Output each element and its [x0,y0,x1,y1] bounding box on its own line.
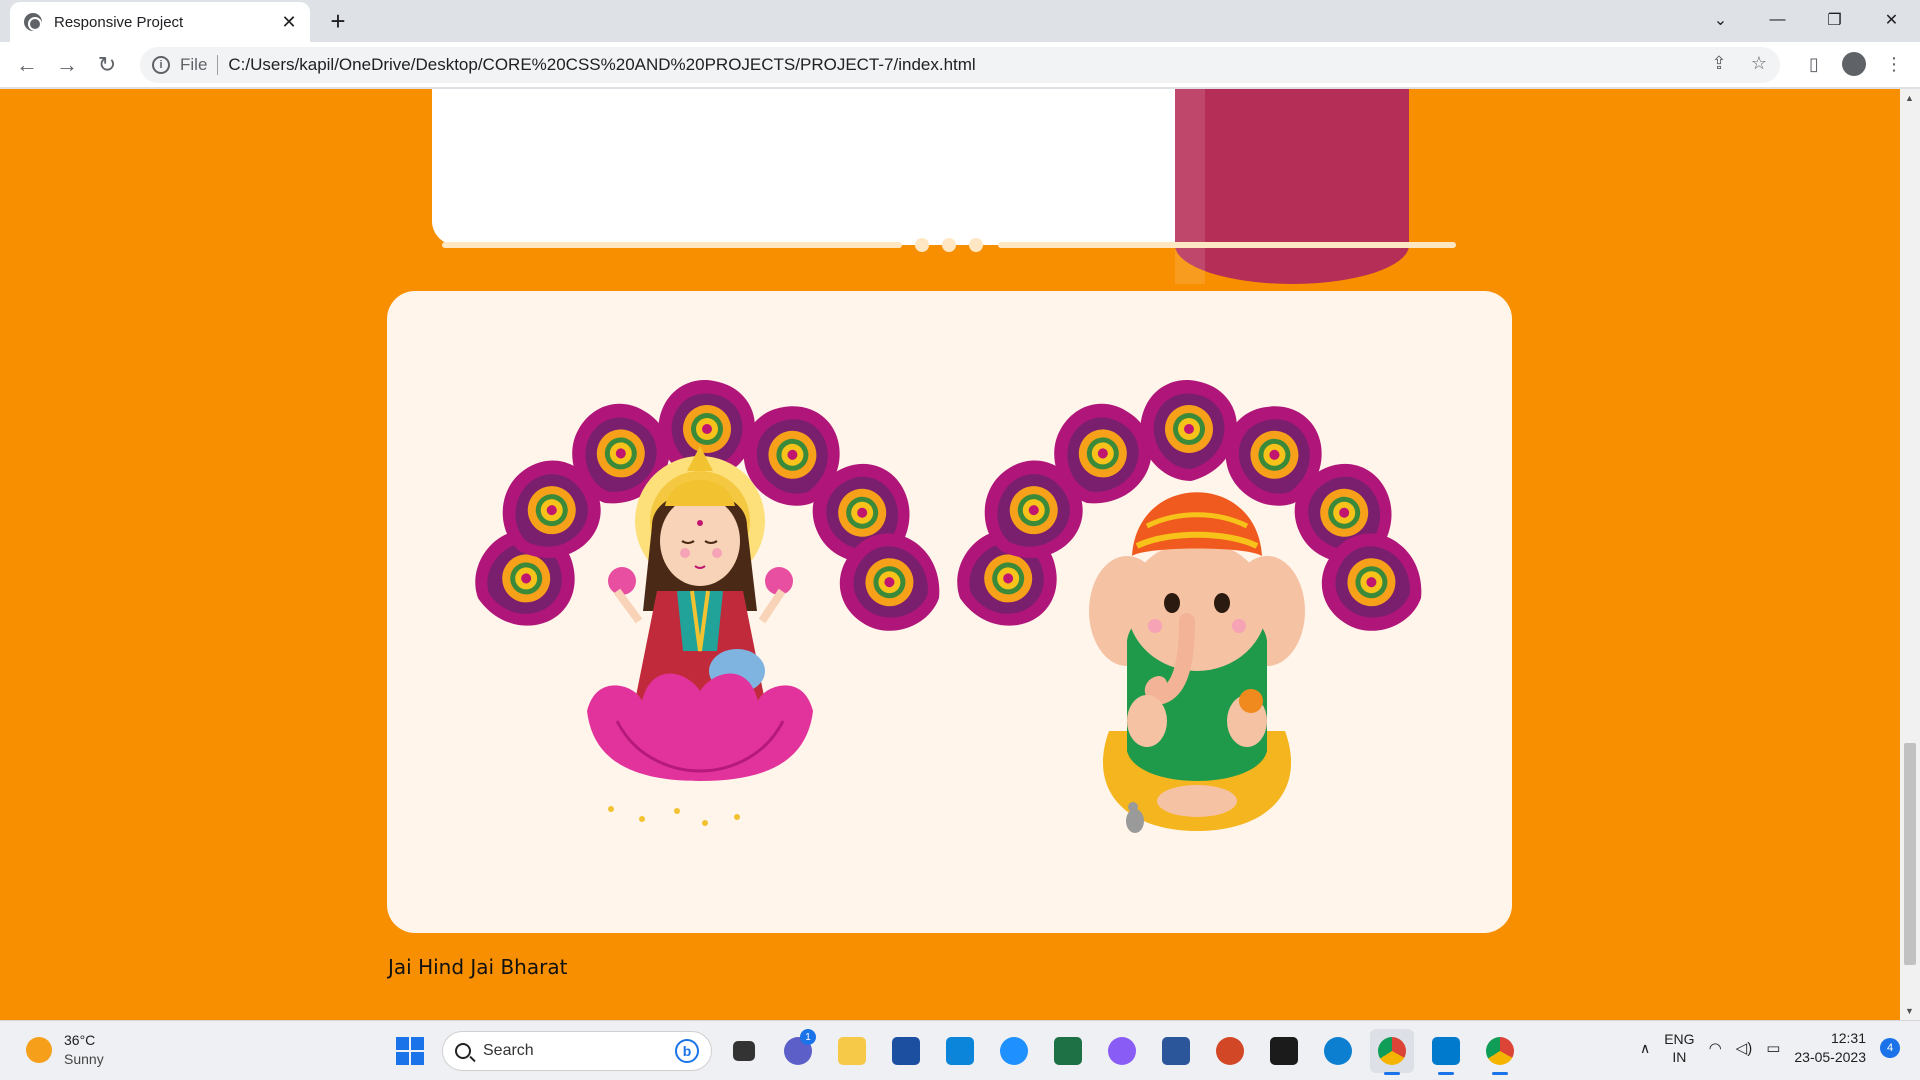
url-separator [217,55,219,75]
address-bar[interactable]: i File C:/Users/kapil/OneDrive/Desktop/C… [140,47,1780,83]
share-icon[interactable]: ⇪ [1708,53,1730,74]
chrome-icon [1378,1037,1406,1065]
windows-logo-icon [396,1037,424,1065]
chevron-up-icon[interactable]: ∧ [1640,1040,1650,1057]
myhp-icon [946,1037,974,1065]
divider-line-right [998,242,1456,248]
minimize-button[interactable]: — [1749,0,1806,40]
page-viewport: Jai Hind Jai Bharat [0,89,1900,1020]
weather-condition: Sunny [64,1051,104,1067]
search-placeholder: Search [483,1042,534,1059]
chrome-icon [1486,1037,1514,1065]
system-tray: ∧ ENG IN ◠ ◁) ▭ 12:31 23-05-2023 4 [1640,1029,1900,1067]
lang-top: ENG [1664,1031,1695,1047]
vscode-button[interactable] [1424,1029,1468,1075]
ganesha-figure [1089,492,1305,833]
search-icon [455,1043,471,1059]
teams-chat-button[interactable]: 1 [776,1029,820,1073]
menu-kebab-icon[interactable]: ⋮ [1880,50,1908,78]
info-icon[interactable]: i [152,56,170,74]
start-button[interactable] [388,1029,432,1073]
divider-dot [915,238,929,252]
powerpoint-button[interactable] [1208,1029,1252,1073]
tab-strip: Responsive Project ✕ + ⌄ — ❐ ✕ [0,0,1920,42]
sun-icon [26,1037,52,1063]
help-button[interactable] [992,1029,1036,1073]
profile-avatar-icon[interactable] [1842,52,1866,76]
close-tab-icon[interactable]: ✕ [278,12,300,33]
store-icon [892,1037,920,1065]
bing-icon[interactable]: b [675,1039,699,1063]
volume-icon[interactable]: ◁) [1736,1039,1753,1057]
powerpoint-icon [1216,1037,1244,1065]
back-arrow-icon[interactable]: ← [12,50,42,80]
divider-dot [942,238,956,252]
word-button[interactable] [1154,1029,1198,1073]
file-explorer-button[interactable] [830,1029,874,1073]
footer-caption: Jai Hind Jai Bharat [388,955,568,979]
deity-illustration-card [387,291,1512,933]
store-button[interactable] [884,1029,928,1073]
edge-button[interactable] [1316,1029,1360,1073]
close-window-button[interactable]: ✕ [1863,0,1920,40]
battery-icon[interactable]: ▭ [1766,1039,1780,1057]
folder-icon [838,1037,866,1065]
figure-skirt-image [1175,89,1409,284]
globe-icon [24,13,42,31]
task-view-button[interactable] [722,1029,766,1073]
clock-time: 12:31 [1830,1030,1866,1046]
copilot-button[interactable] [1100,1029,1144,1073]
vscode-icon [1432,1037,1460,1065]
lakshmi-figure [587,446,813,826]
deity-illustration [460,380,1437,833]
restore-button[interactable]: ❐ [1806,0,1863,40]
previous-card [432,89,1192,245]
myhp-button[interactable] [938,1029,982,1073]
clock[interactable]: 12:31 23-05-2023 [1794,1029,1866,1067]
lang-bottom: IN [1672,1049,1687,1065]
excel-button[interactable] [1046,1029,1090,1073]
new-tab-button[interactable]: + [322,6,354,36]
forward-arrow-icon[interactable]: → [52,50,82,80]
notification-badge[interactable]: 4 [1880,1038,1900,1058]
tab-title: Responsive Project [54,13,184,31]
clock-date: 23-05-2023 [1794,1049,1866,1065]
browser-toolbar: ← → ↻ i File C:/Users/kapil/OneDrive/Des… [0,42,1920,88]
weather-temp: 36°C [64,1032,96,1048]
copilot-icon [1108,1037,1136,1065]
taskbar-search[interactable]: Search b [442,1031,712,1071]
windows-taskbar: 36°C Sunny Search b 1 ∧ ENG IN ◠ ◁) ▭ 12… [0,1020,1920,1080]
terminal-icon [1270,1037,1298,1065]
help-icon [1000,1037,1028,1065]
browser-tab[interactable]: Responsive Project ✕ [10,2,310,42]
page-scrollbar[interactable]: ▲ ▼ [1900,89,1920,1020]
divider-dot [969,238,983,252]
scrollbar-thumb[interactable] [1904,743,1916,965]
divider-line-left [442,242,902,248]
reload-icon[interactable]: ↻ [92,50,122,80]
language-indicator[interactable]: ENG IN [1664,1030,1694,1066]
edge-icon [1324,1037,1352,1065]
word-icon [1162,1037,1190,1065]
wifi-icon[interactable]: ◠ [1709,1039,1722,1057]
chrome-button[interactable] [1370,1029,1414,1075]
scroll-up-arrow-icon[interactable]: ▲ [1905,93,1914,103]
chrome-second-button[interactable] [1478,1029,1522,1075]
teams-badge: 1 [800,1029,816,1045]
bookmark-star-icon[interactable]: ☆ [1748,53,1770,74]
excel-icon [1054,1037,1082,1065]
tab-search-icon[interactable]: ⌄ [1692,0,1749,40]
url-scheme: File [180,55,208,74]
url-text[interactable]: C:/Users/kapil/OneDrive/Desktop/CORE%20C… [228,55,975,75]
scroll-down-arrow-icon[interactable]: ▼ [1905,1006,1914,1016]
weather-widget[interactable]: 36°C Sunny [26,1031,104,1069]
side-panel-icon[interactable]: ▯ [1800,50,1828,78]
terminal-button[interactable] [1262,1029,1306,1073]
task-view-icon [733,1041,755,1061]
